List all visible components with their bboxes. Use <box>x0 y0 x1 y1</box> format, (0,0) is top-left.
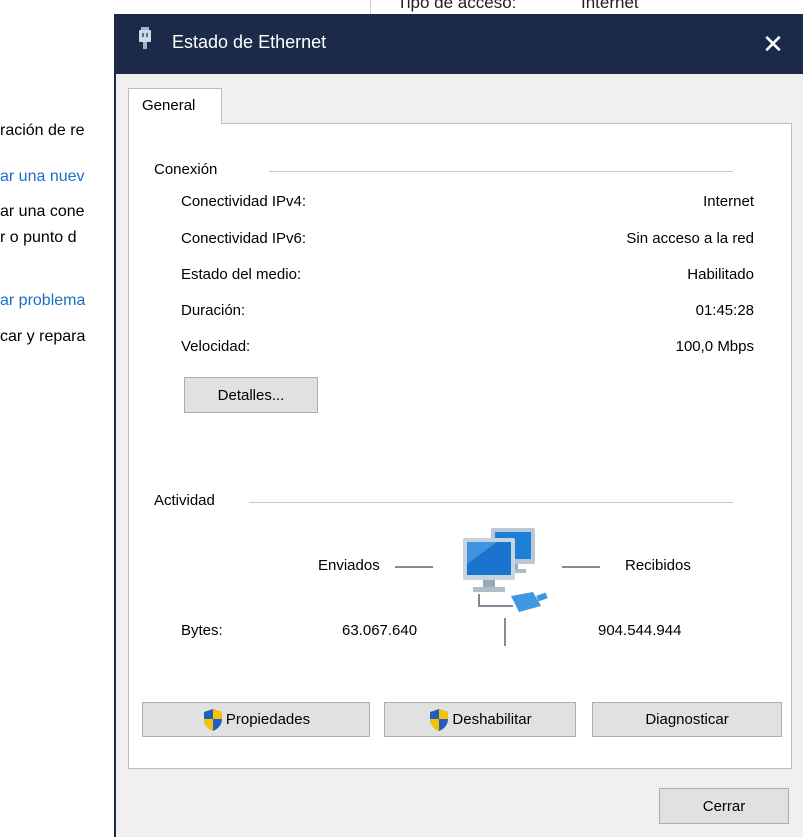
background-window-top: Tipo de acceso: Internet <box>370 0 671 14</box>
duration-value: 01:45:28 <box>695 302 754 319</box>
details-button[interactable]: Detalles... <box>184 377 318 413</box>
speed-label: Velocidad: <box>181 338 251 355</box>
dialog-title: Estado de Ethernet <box>172 32 327 52</box>
background-text-line: ración de re <box>0 122 85 139</box>
tab-general-label: General <box>142 97 196 114</box>
disable-label: Deshabilitar <box>452 711 532 728</box>
uac-shield-icon <box>430 708 449 731</box>
background-window-left: ración de re ar una nuev ar una cone r o… <box>0 0 116 837</box>
ipv6-value: Sin acceso a la red <box>626 230 754 247</box>
bytes-sent-value: 63.067.640 <box>342 622 418 639</box>
ethernet-status-dialog: Estado de Ethernet ✕ General Conexión Co… <box>116 14 803 837</box>
activity-section-title: Actividad <box>154 492 223 509</box>
bytes-label: Bytes: <box>181 622 223 639</box>
section-divider <box>249 502 733 503</box>
section-divider <box>269 171 733 172</box>
properties-button[interactable]: Propiedades <box>142 702 370 737</box>
media-state-label: Estado del medio: <box>181 266 302 283</box>
tab-general[interactable]: General <box>128 88 222 124</box>
sent-label: Enviados <box>318 557 380 574</box>
background-link-line[interactable]: ar problema <box>0 292 85 310</box>
ethernet-plug-icon <box>139 27 151 49</box>
close-dialog-button[interactable]: Cerrar <box>659 788 789 824</box>
bytes-separator <box>504 618 506 646</box>
background-text-line: ar una cone <box>0 203 85 220</box>
general-panel: Conexión Conectividad IPv4: Internet Con… <box>128 123 792 769</box>
ipv4-label: Conectividad IPv4: <box>181 193 307 210</box>
ipv4-value: Internet <box>703 193 754 210</box>
properties-label: Propiedades <box>225 711 311 728</box>
uac-shield-icon <box>203 708 222 731</box>
media-state-value: Habilitado <box>687 266 754 283</box>
title-bar[interactable]: Estado de Ethernet ✕ <box>116 14 803 74</box>
connection-section-title: Conexión <box>154 161 226 178</box>
duration-label: Duración: <box>181 302 246 319</box>
diagnose-button[interactable]: Diagnosticar <box>592 702 782 737</box>
background-link-line[interactable]: ar una nuev <box>0 168 85 186</box>
background-text-line: r o punto d <box>0 229 77 246</box>
bytes-received-value: 904.544.944 <box>598 622 682 639</box>
speed-value: 100,0 Mbps <box>675 338 754 355</box>
network-computers-icon <box>463 528 548 612</box>
received-label: Recibidos <box>625 557 691 574</box>
background-access-label: Tipo de acceso: <box>397 0 517 12</box>
sent-dash <box>395 566 433 568</box>
ipv6-label: Conectividad IPv6: <box>181 230 307 247</box>
received-dash <box>562 566 600 568</box>
disable-button[interactable]: Deshabilitar <box>384 702 576 737</box>
background-text-line: car y repara <box>0 328 86 345</box>
background-access-value: Internet <box>581 0 639 12</box>
close-icon[interactable]: ✕ <box>743 14 803 74</box>
